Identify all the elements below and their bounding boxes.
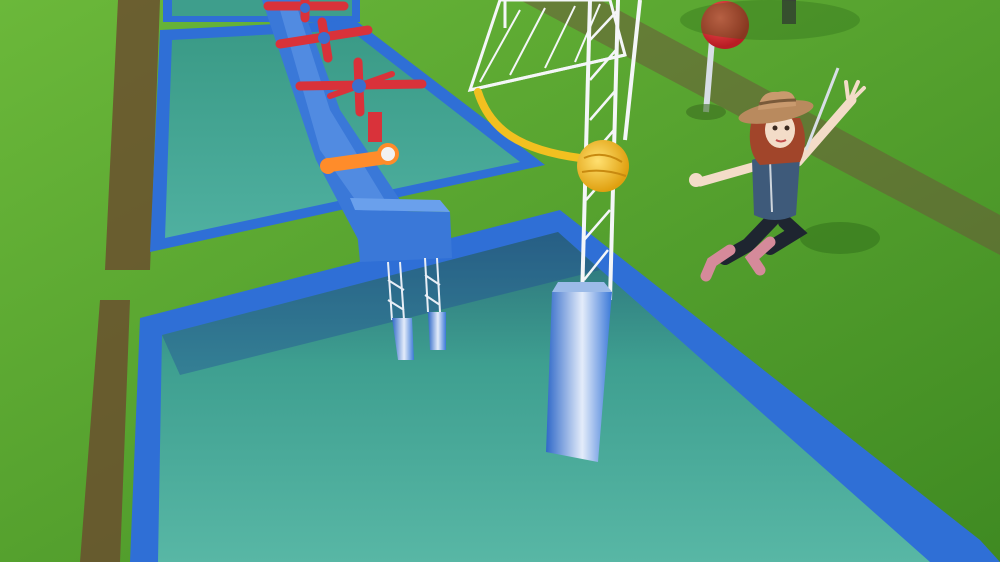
yellow-swing-ball: [577, 140, 629, 192]
game-scene: [0, 0, 1000, 562]
character-shadow: [800, 222, 880, 254]
scene-canvas: [0, 0, 1000, 562]
